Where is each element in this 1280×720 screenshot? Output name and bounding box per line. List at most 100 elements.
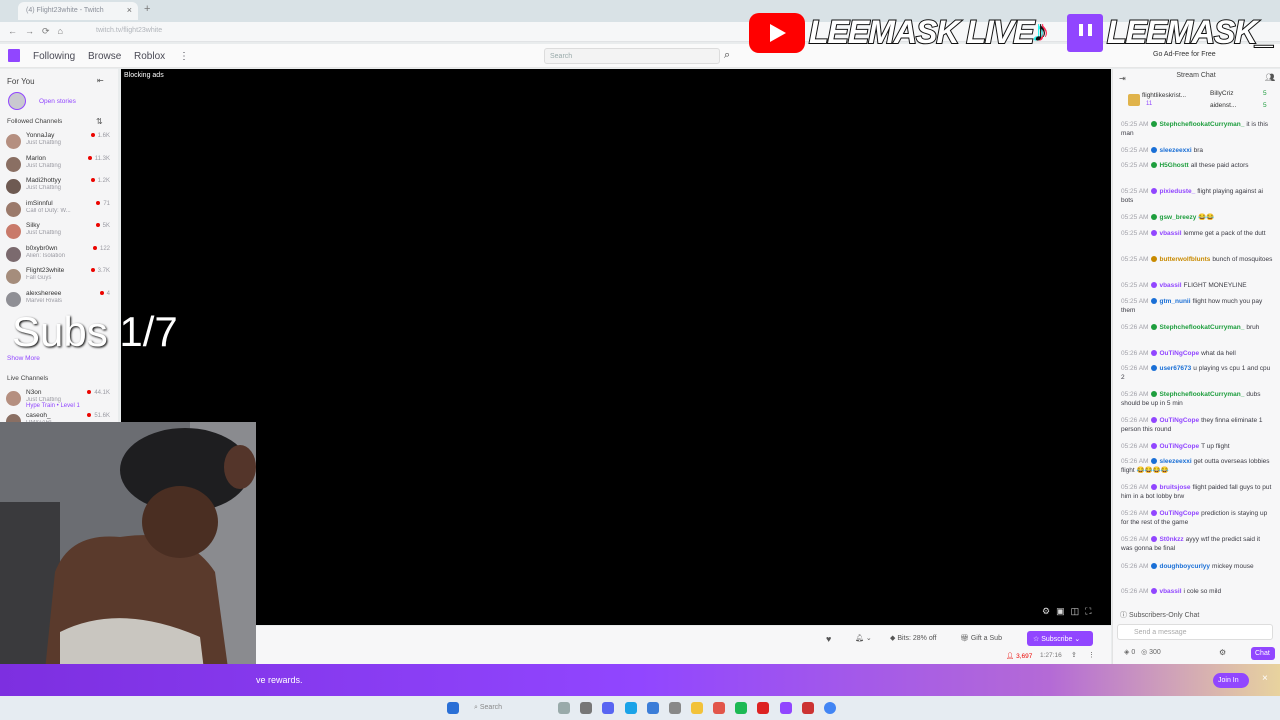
chat-users-icon[interactable]: 👥︎ [1265,73,1275,82]
chat-message-input[interactable]: Send a message [1117,624,1273,640]
chat-message: 05:25 AM sleezeexxi bra [1121,146,1273,155]
message-username[interactable]: vbassil [1159,230,1181,237]
channel-info-bar [256,626,1111,664]
message-timestamp: 05:25 AM [1121,121,1149,128]
edge-icon[interactable] [625,702,637,714]
explorer-icon[interactable] [691,702,703,714]
follow-heart-icon[interactable]: ♥ [826,634,831,644]
channel-viewers: 1.2K [91,178,110,184]
message-username[interactable]: StephcheflookatCurryman_ [1159,391,1244,398]
chat-settings-icon[interactable]: ⚙ [1219,648,1226,657]
open-stories-link[interactable]: Open stories [39,98,76,105]
message-timestamp: 05:25 AM [1121,256,1149,263]
message-timestamp: 05:26 AM [1121,484,1149,491]
message-username[interactable]: gsw_breezy [1159,214,1196,221]
message-timestamp: 05:26 AM [1121,563,1149,570]
banner-close-icon[interactable]: × [1262,673,1268,684]
chat-send-button[interactable]: Chat [1251,647,1275,660]
bits-button[interactable]: ◆ Bits: 28% off [890,634,937,642]
channel-name: Madi2hottyy [26,177,62,184]
store-icon[interactable] [647,702,659,714]
message-username[interactable]: bruitsjose [1159,484,1190,491]
tiktok-logo-icon: ♪ [1033,15,1048,48]
collapse-chat-icon[interactable]: ⇥ [1119,74,1126,83]
chat-message: 05:26 AM St0nkzz ayyy wtf the predict said… [1121,535,1273,553]
subscribe-button[interactable]: ☆ Subscribe ⌄ [1027,631,1093,646]
message-username[interactable]: OuTiNgCope [1159,510,1199,517]
collapse-sidebar-icon[interactable]: ⇤ [97,76,104,85]
join-in-button[interactable]: Join In [1213,673,1249,688]
user-badge-icon [1151,162,1158,169]
stories-avatar[interactable] [8,92,26,110]
message-username[interactable]: doughboycurlyy [1159,563,1210,570]
followed-channel-row[interactable]: b0xybr0wn Alien: Isolation 122 [6,245,114,267]
chat-message: 05:26 AM StephcheflookatCurryman_ dubs sho… [1121,390,1273,408]
app-icon-3[interactable] [780,702,792,714]
for-you-heading: For You [7,77,35,86]
task-view-icon[interactable] [558,702,570,714]
app-icon-2[interactable] [757,702,769,714]
message-username[interactable]: butterwolfblunts [1159,256,1210,263]
message-text: bunch of mosquitoes [1212,256,1273,263]
chat-message: 05:25 AM vbassil FLIGHT MONEYLINE [1121,281,1273,290]
spotify-icon[interactable] [735,702,747,714]
browser-nav-icons[interactable]: ←→⟳⌂ [8,26,71,37]
show-more-link[interactable]: Show More [7,355,40,362]
message-username[interactable]: StephcheflookatCurryman_ [1159,121,1244,128]
message-username[interactable]: sleezeexxi [1159,458,1191,465]
nav-following[interactable]: Following [33,51,75,62]
message-text: what da hell [1201,350,1236,357]
taskbar-search[interactable]: ⌕ Search [470,700,540,716]
followed-channel-row[interactable]: Madi2hottyy Just Chatting 1.2K [6,177,114,199]
player-controls[interactable]: ⚙▣◫⛶ [1042,606,1097,617]
message-username[interactable]: user67673 [1159,365,1191,372]
message-username[interactable]: H5Ghostt [1159,162,1188,169]
search-icon[interactable]: ⌕ [724,49,730,62]
close-tab-icon[interactable]: × [127,5,132,15]
message-username[interactable]: vbassil [1159,282,1181,289]
more-options-icon[interactable]: ⋮ [1088,651,1095,659]
message-username[interactable]: OuTiNgCope [1159,443,1199,450]
chrome-icon[interactable] [824,702,836,714]
message-username[interactable]: OuTiNgCope [1159,417,1199,424]
gift-sub-button[interactable]: 🎁︎ Gift a Sub [960,634,1002,642]
message-username[interactable]: OuTiNgCope [1159,350,1199,357]
followed-channel-row[interactable]: imSinnful Call of Duty: W... 71 [6,200,114,222]
message-username[interactable]: pixieduste_ [1159,188,1195,195]
nav-roblox[interactable]: Roblox [134,51,165,62]
discord-icon[interactable] [602,702,614,714]
brave-icon[interactable] [713,702,725,714]
channel-avatar [6,391,21,406]
message-username[interactable]: gtm_nunii [1159,298,1190,305]
video-player[interactable] [121,69,1111,625]
followed-channel-row[interactable]: Flight23white Fall Guys 3.7K [6,267,114,289]
followed-channel-row[interactable]: Silky Just Chatting 5K [6,222,114,244]
browser-tab[interactable]: (4) Flight23white - Twitch × [18,2,138,20]
message-timestamp: 05:26 AM [1121,443,1149,450]
message-username[interactable]: sleezeexxi [1159,147,1191,154]
message-username[interactable]: vbassil [1159,588,1181,595]
channel-game: Marvel Rivals [26,297,63,304]
app-icon-1[interactable] [580,702,592,714]
user-badge-icon [1151,256,1158,263]
new-tab-icon[interactable]: + [144,3,150,15]
youtube-channel-label: LEEMASK LIVE [808,13,1035,51]
url-field[interactable]: twitch.tv/flight23white [96,27,162,34]
more-menu-icon[interactable]: ⋮ [179,51,189,62]
settings-icon[interactable] [669,702,681,714]
message-username[interactable]: StephcheflookatCurryman_ [1159,324,1244,331]
message-username[interactable]: St0nkzz [1159,536,1183,543]
live-channel-row[interactable]: N3on Just Chatting 44.1K Hype Train • Level… [6,389,114,411]
followed-channel-row[interactable]: Marlon Just Chatting 11.3K [6,155,114,177]
chat-points[interactable]: ◈ 0 ◎ 300 [1124,648,1161,656]
notification-bell-icon[interactable]: 🔔︎ ⌄ [855,634,872,642]
nav-browse[interactable]: Browse [88,51,121,62]
sort-icon[interactable]: ⇅ [96,117,103,126]
search-input[interactable]: Search [544,48,720,64]
start-menu-icon[interactable] [447,702,459,714]
taskbar-search-label: Search [479,704,503,711]
followed-channel-row[interactable]: YonnaJay Just Chatting 1.6K [6,132,114,154]
twitch-logo-icon[interactable] [8,49,20,62]
share-icon[interactable]: ⇪ [1071,651,1077,659]
app-icon-4[interactable] [802,702,814,714]
